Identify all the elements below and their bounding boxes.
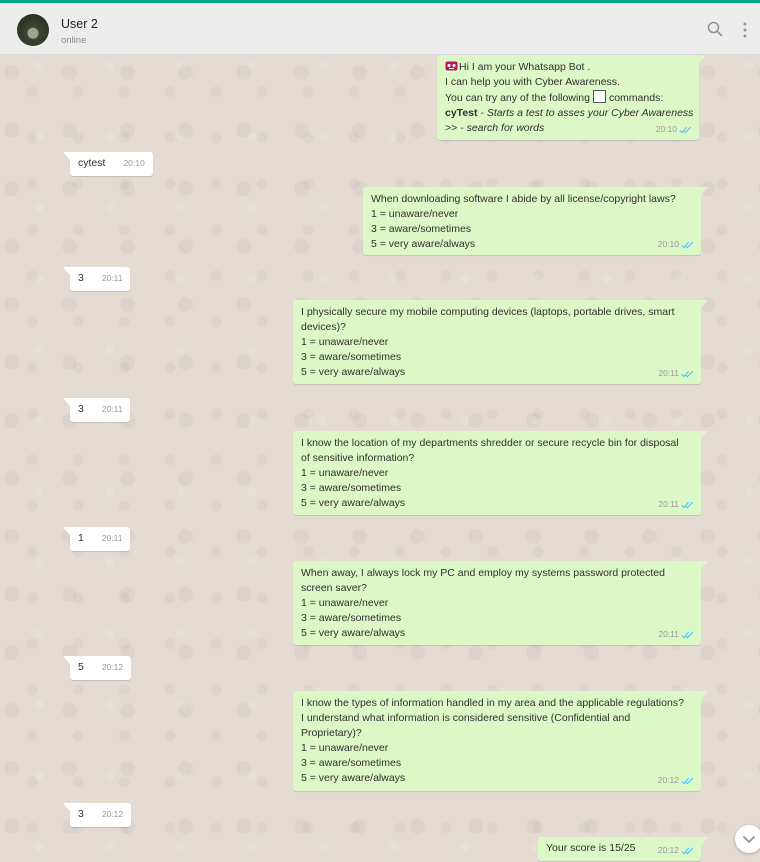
message-incoming[interactable]: 3 20:11 bbox=[62, 267, 131, 291]
double-check-icon bbox=[681, 370, 694, 377]
option-text: 5 = very aware/always bbox=[301, 497, 406, 509]
option-text: 3 = aware/sometimes bbox=[301, 757, 402, 769]
message-time: 20:11 bbox=[101, 404, 123, 414]
double-check-icon bbox=[681, 777, 694, 784]
scroll-down-button[interactable] bbox=[735, 825, 760, 853]
double-check-icon bbox=[679, 126, 692, 133]
robot-emoji-icon bbox=[445, 61, 458, 71]
question-text: I know the location of my departments sh… bbox=[301, 437, 679, 464]
message-time: 20:11 bbox=[658, 499, 679, 509]
message-time: 20:12 bbox=[101, 662, 124, 672]
message-time: 20:11 bbox=[658, 368, 679, 378]
option-text: 1 = unaware/never bbox=[301, 597, 389, 609]
message-text: 3 bbox=[78, 403, 84, 415]
message-time: 20:11 bbox=[101, 533, 123, 543]
option-text: 3 = aware/sometimes bbox=[301, 612, 402, 624]
message-incoming[interactable]: 1 20:11 bbox=[62, 527, 131, 551]
chevron-down-icon bbox=[743, 836, 755, 843]
message-outgoing[interactable]: Your score is 15/25 20:12 bbox=[538, 837, 708, 861]
message-outgoing[interactable]: I know the types of information handled … bbox=[293, 691, 708, 791]
message-time: 20:12 bbox=[657, 775, 679, 785]
message-outgoing[interactable]: I physically secure my mobile computing … bbox=[293, 300, 708, 384]
message-incoming[interactable]: 3 20:12 bbox=[62, 803, 132, 827]
message-outgoing[interactable]: When away, I always lock my PC and emplo… bbox=[293, 561, 708, 645]
question-text: I physically secure my mobile computing … bbox=[301, 306, 675, 333]
chat-header: User 2 online bbox=[0, 3, 760, 55]
option-text: 5 = very aware/always bbox=[301, 772, 406, 784]
option-text: 1 = unaware/never bbox=[301, 336, 389, 348]
message-outgoing[interactable]: When downloading software I abide by all… bbox=[363, 187, 708, 255]
option-text: 3 = aware/sometimes bbox=[301, 351, 402, 363]
search-icon[interactable] bbox=[706, 20, 724, 38]
command-name: cyTest bbox=[445, 107, 478, 119]
message-text: Hi I am your Whatsapp Bot . bbox=[459, 61, 591, 73]
message-text: 1 bbox=[78, 532, 84, 544]
option-text: 5 = very aware/always bbox=[301, 627, 406, 639]
message-text: 3 bbox=[78, 808, 84, 820]
message-time: 20:11 bbox=[658, 629, 679, 639]
double-check-icon bbox=[681, 847, 694, 854]
more-vertical-icon[interactable] bbox=[740, 20, 750, 40]
contact-status: online bbox=[61, 35, 87, 46]
message-time: 20:10 bbox=[123, 158, 145, 168]
message-text: cytest bbox=[78, 157, 106, 169]
double-check-icon bbox=[681, 241, 694, 248]
message-incoming[interactable]: cytest 20:10 bbox=[63, 152, 153, 176]
command-description: - search for words bbox=[457, 122, 545, 134]
option-text: 1 = unaware/never bbox=[301, 742, 389, 754]
option-text: 5 = very aware/always bbox=[301, 366, 406, 378]
option-text: 1 = unaware/never bbox=[301, 467, 389, 479]
message-incoming[interactable]: 5 20:12 bbox=[62, 656, 132, 680]
emoji-placeholder-icon bbox=[592, 90, 606, 103]
message-text: 5 bbox=[78, 661, 84, 673]
message-list[interactable]: Hi I am your Whatsapp Bot . I can help y… bbox=[0, 55, 760, 862]
message-text: 3 bbox=[78, 272, 84, 284]
option-text: 3 = aware/sometimes bbox=[301, 482, 402, 494]
option-text: 5 = very aware/always bbox=[371, 238, 476, 250]
question-text: When away, I always lock my PC and emplo… bbox=[301, 567, 665, 594]
command-name: >> bbox=[445, 122, 458, 134]
message-outgoing[interactable]: Hi I am your Whatsapp Bot . I can help y… bbox=[437, 55, 706, 140]
message-text: I can help you with Cyber Awareness. bbox=[445, 76, 620, 88]
double-check-icon bbox=[681, 501, 694, 508]
message-outgoing[interactable]: I know the location of my departments sh… bbox=[293, 431, 708, 515]
double-check-icon bbox=[681, 631, 694, 638]
message-incoming[interactable]: 3 20:11 bbox=[62, 398, 131, 422]
question-text: I know the types of information handled … bbox=[301, 697, 684, 739]
command-description: - Starts a test to asses your Cyber Awar… bbox=[477, 107, 694, 119]
message-time: 20:12 bbox=[101, 809, 124, 819]
message-time: 20:10 bbox=[655, 124, 677, 134]
option-text: 1 = unaware/never bbox=[371, 208, 459, 220]
contact-name[interactable]: User 2 bbox=[61, 17, 98, 31]
message-time: 20:11 bbox=[101, 273, 123, 283]
message-text: You can try any of the following bbox=[445, 92, 590, 104]
option-text: 3 = aware/sometimes bbox=[371, 223, 472, 235]
message-time: 20:12 bbox=[657, 845, 679, 855]
message-time: 20:10 bbox=[657, 239, 679, 249]
question-text: When downloading software I abide by all… bbox=[371, 193, 676, 205]
avatar[interactable] bbox=[17, 14, 49, 46]
message-text: commands: bbox=[608, 92, 664, 104]
